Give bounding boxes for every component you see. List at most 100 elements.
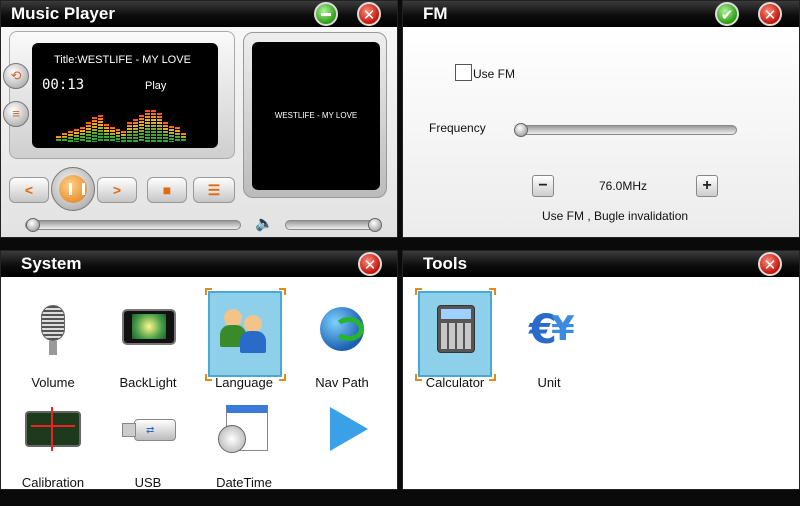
equalizer-bar — [151, 108, 157, 142]
globe-arrow-icon — [314, 303, 370, 359]
volume-knob[interactable] — [368, 218, 382, 232]
equalizer-bar — [109, 126, 115, 142]
window-title: FM — [423, 4, 448, 23]
tools-item-unit[interactable]: € ¥ Unit — [504, 303, 594, 390]
equalizer-bar — [115, 128, 121, 142]
window-title: System — [21, 254, 82, 273]
equalizer-bar — [67, 129, 73, 142]
system-item-language[interactable]: Language — [199, 303, 289, 390]
close-button[interactable]: ✕ — [358, 252, 382, 276]
system-next-page-button[interactable] — [297, 403, 387, 459]
close-icon: ✕ — [363, 256, 377, 274]
tools-window: Tools ✕ Calculator € ¥ Unit — [402, 250, 800, 490]
usb-icon: ⇄ — [120, 403, 176, 459]
microphone-icon — [25, 303, 81, 359]
prev-icon: < — [24, 182, 34, 198]
equalizer-bar — [61, 131, 67, 142]
lcd-frame: Title:WESTLIFE - MY LOVE 00:13 Play — [9, 31, 235, 159]
stop-icon: ■ — [162, 182, 172, 198]
next-icon: > — [112, 182, 122, 198]
equalizer-bar — [133, 117, 139, 142]
close-icon: ✕ — [763, 256, 777, 274]
window-title: Music Player — [11, 4, 115, 23]
ok-button[interactable]: ✔ — [715, 2, 739, 26]
tools-item-calculator[interactable]: Calculator — [410, 303, 500, 390]
equalizer-icon: ≡ — [12, 106, 20, 121]
next-button[interactable]: > — [97, 177, 137, 203]
playlist-button[interactable]: ☰ — [193, 177, 235, 203]
item-label: Calculator — [425, 375, 485, 390]
equalizer-button[interactable]: ≡ — [3, 101, 29, 127]
use-fm-checkbox[interactable] — [455, 64, 472, 81]
selection-corner — [489, 288, 496, 295]
unit-conversion-icon: € ¥ — [529, 307, 575, 353]
item-label: Language — [215, 375, 273, 390]
equalizer-bar — [56, 135, 61, 142]
fm-titlebar: FM — [403, 1, 799, 27]
equalizer-visualizer — [56, 107, 186, 142]
prev-button[interactable]: < — [9, 177, 49, 203]
selection-corner — [279, 288, 286, 295]
calibration-icon — [25, 403, 81, 459]
system-item-backlight[interactable]: BackLight — [103, 303, 193, 390]
plus-icon: + — [702, 177, 712, 194]
tools-titlebar: Tools — [403, 251, 799, 277]
calendar-clock-icon — [216, 403, 272, 459]
language-people-icon — [216, 303, 272, 359]
close-button[interactable]: ✕ — [357, 2, 381, 26]
frequency-knob[interactable] — [514, 123, 528, 137]
equalizer-bar — [169, 124, 175, 142]
system-item-calibration[interactable]: Calibration — [8, 403, 98, 489]
stop-button[interactable]: ■ — [147, 177, 187, 203]
close-icon: ✕ — [362, 6, 376, 24]
elapsed-time: 00:13 — [42, 77, 85, 93]
album-art: WESTLIFE - MY LOVE — [252, 42, 380, 190]
frequency-up-button[interactable]: + — [696, 175, 718, 197]
minimize-button[interactable] — [314, 2, 338, 26]
equalizer-bar — [121, 129, 127, 142]
item-label: Calibration — [21, 475, 85, 490]
pause-button[interactable] — [51, 167, 95, 211]
equalizer-bar — [91, 115, 97, 142]
equalizer-bar — [139, 114, 145, 142]
close-icon: ✕ — [763, 6, 777, 24]
item-label: Nav Path — [315, 375, 369, 390]
equalizer-bar — [175, 126, 181, 142]
next-page-arrow-icon — [314, 403, 370, 459]
selection-corner — [205, 288, 212, 295]
system-item-volume[interactable]: Volume — [8, 303, 98, 390]
backlight-icon — [120, 303, 176, 359]
frequency-value: 76.0MHz — [599, 179, 648, 193]
system-item-usb[interactable]: ⇄ USB — [103, 403, 193, 489]
frequency-down-button[interactable]: − — [532, 175, 554, 197]
fm-status: Use FM , Bugle invalidation — [542, 209, 689, 223]
system-item-datetime[interactable]: DateTime — [199, 403, 289, 489]
progress-knob[interactable] — [26, 218, 40, 232]
equalizer-bar — [73, 128, 79, 142]
close-button[interactable]: ✕ — [758, 252, 782, 276]
progress-slider[interactable] — [25, 218, 241, 232]
music-player-window: Music Player ✕ Title:WESTLIFE - MY LOVE … — [0, 0, 398, 238]
equalizer-bar — [163, 121, 169, 142]
fm-body: Use FM Frequency − 76.0MHz + Use FM , Bu… — [403, 27, 799, 237]
system-titlebar: System — [1, 251, 397, 277]
equalizer-bar — [97, 114, 103, 142]
equalizer-bar — [157, 112, 163, 142]
playlist-icon: ☰ — [207, 182, 221, 198]
minus-icon: − — [538, 177, 548, 194]
play-state: Play — [145, 80, 167, 92]
repeat-button[interactable]: ⟲ — [3, 63, 29, 89]
equalizer-bar — [181, 131, 186, 142]
fm-window: FM ✔ ✕ Use FM Frequency − 76.0MHz + Use … — [402, 0, 800, 238]
system-item-nav-path[interactable]: Nav Path — [297, 303, 387, 390]
speaker-icon: 🔈 — [255, 215, 274, 232]
album-art-frame: WESTLIFE - MY LOVE — [243, 32, 387, 198]
equalizer-bar — [145, 108, 151, 142]
close-button[interactable]: ✕ — [758, 2, 782, 26]
tools-grid: Calculator € ¥ Unit — [403, 277, 799, 489]
volume-slider[interactable] — [285, 218, 382, 232]
frequency-slider[interactable] — [514, 123, 737, 137]
item-label: Unit — [537, 375, 561, 390]
frequency-label: Frequency — [429, 121, 486, 135]
equalizer-bar — [103, 122, 109, 142]
